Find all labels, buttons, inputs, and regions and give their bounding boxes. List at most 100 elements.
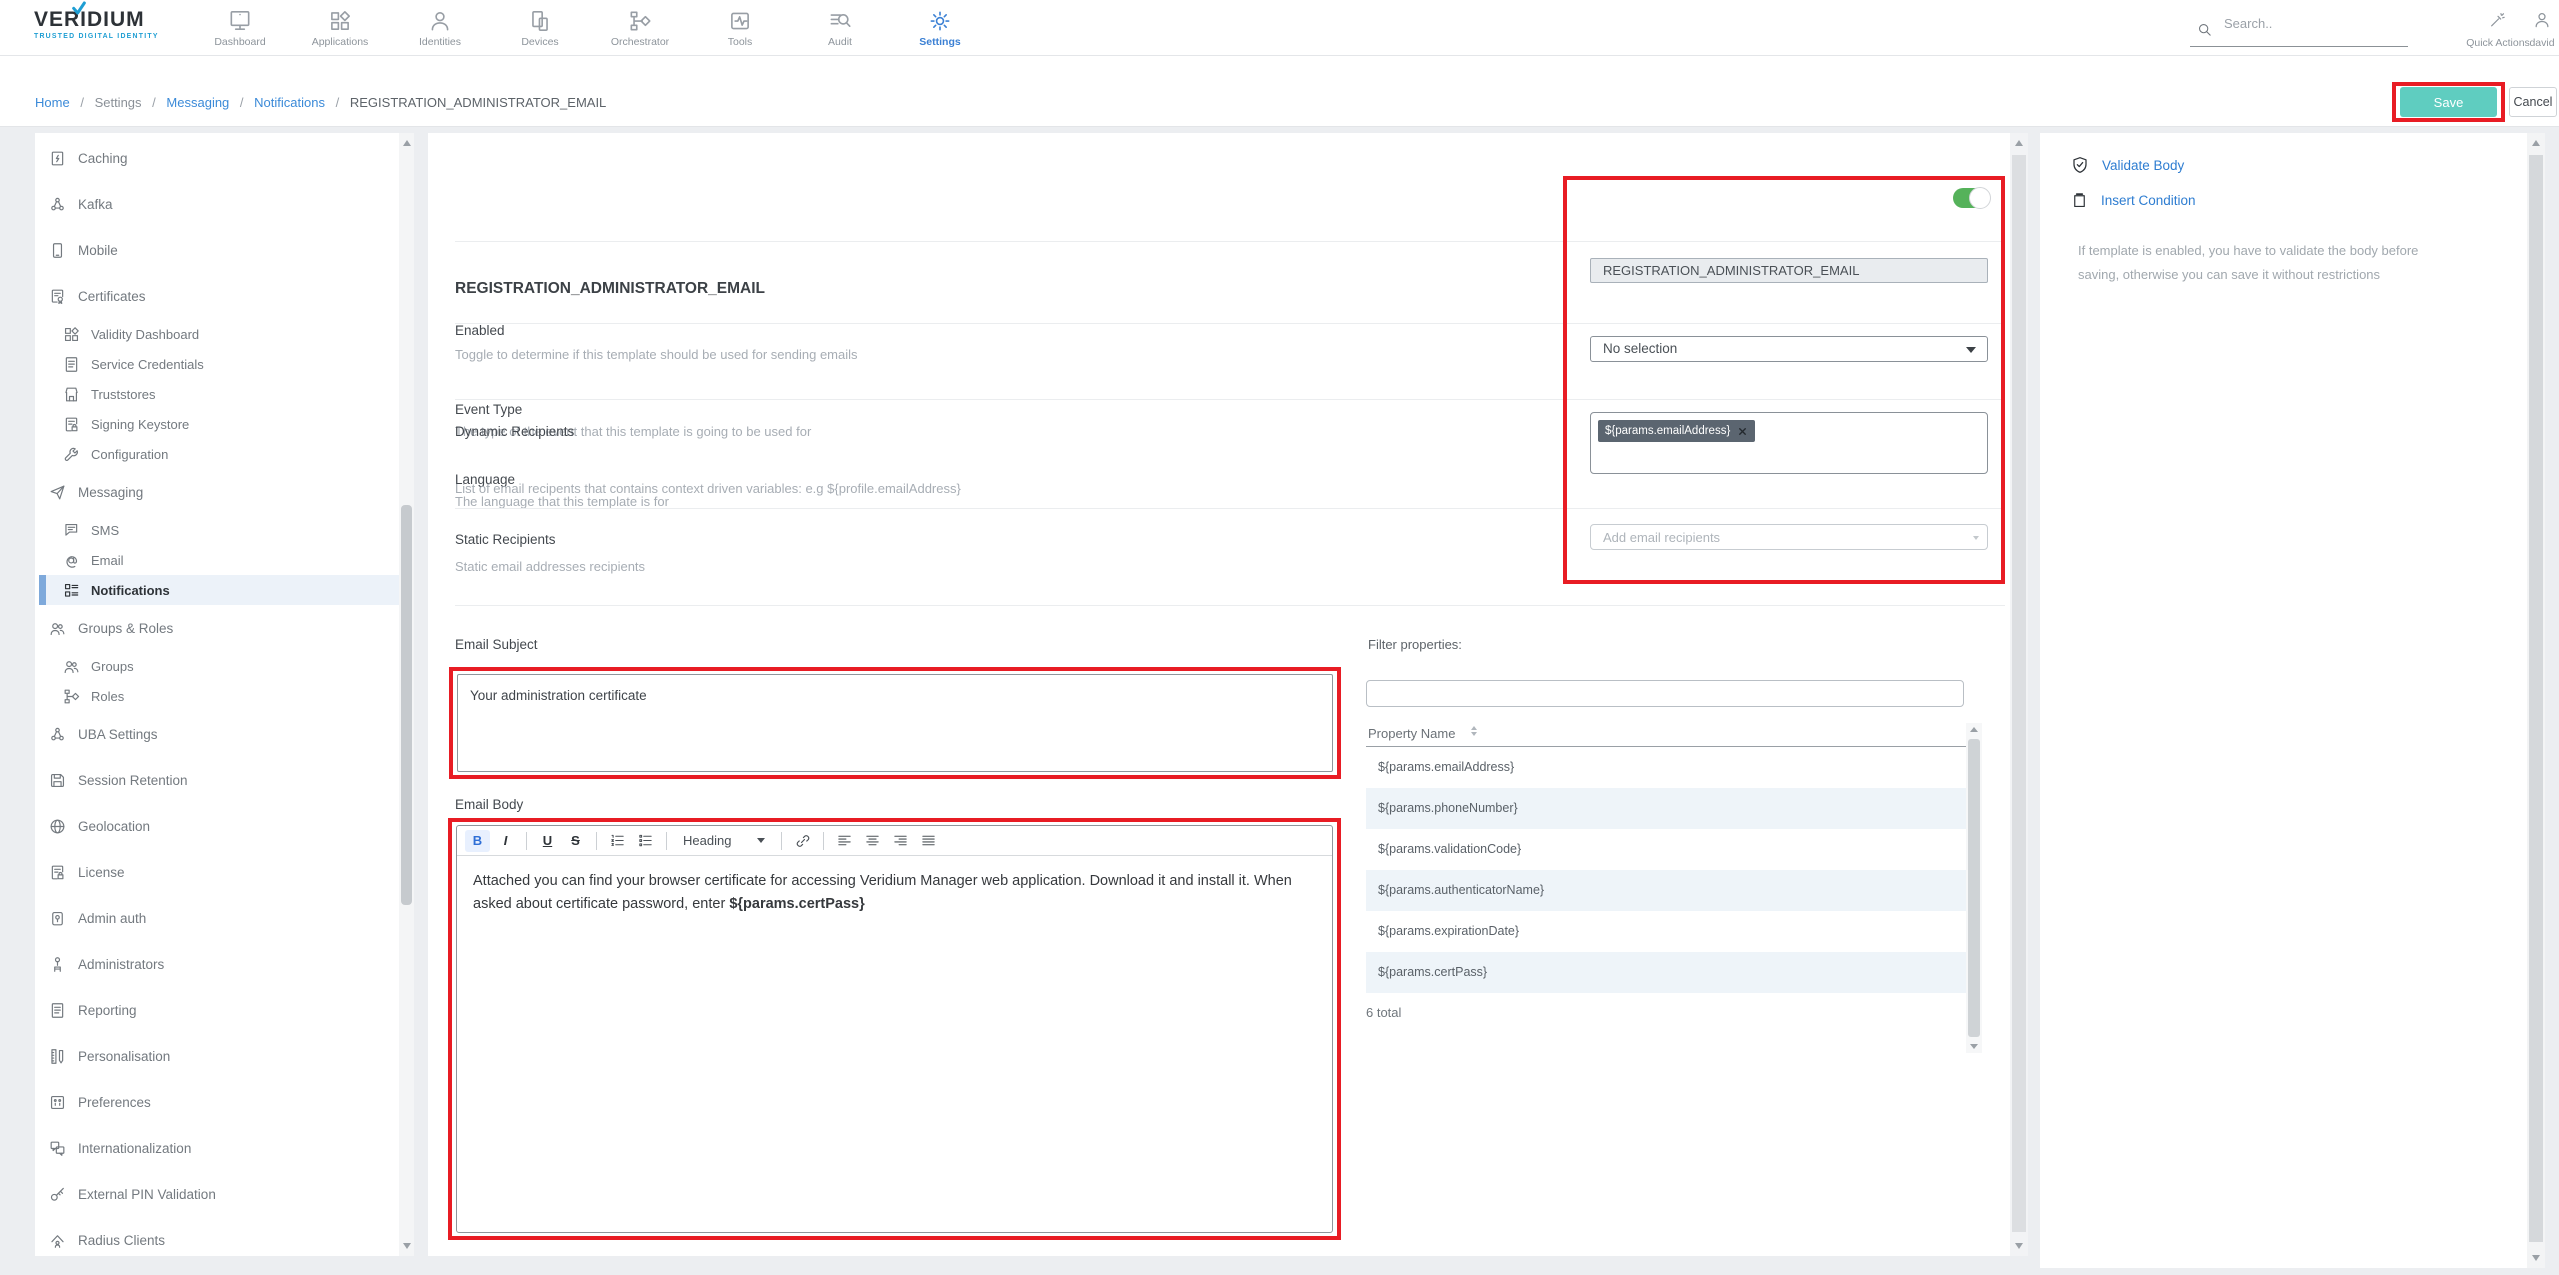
nav-item[interactable]: Devices bbox=[490, 0, 590, 56]
scroll-down-icon[interactable] bbox=[2015, 1243, 2023, 1249]
veridium-logo[interactable]: VERIDIUM TRUSTED DIGITAL IDENTITY bbox=[34, 9, 194, 40]
sort-icon[interactable] bbox=[1471, 726, 1477, 736]
sidebar-item[interactable]: Reporting bbox=[35, 987, 399, 1033]
align-center-button[interactable] bbox=[860, 830, 885, 852]
property-row[interactable]: ${params.expirationDate} bbox=[1366, 911, 1966, 952]
sidebar-item[interactable]: Email bbox=[35, 545, 399, 575]
scroll-down-icon[interactable] bbox=[403, 1243, 411, 1249]
sidebar-item[interactable]: Configuration bbox=[35, 439, 399, 469]
sidebar-item-label: Radius Clients bbox=[78, 1233, 165, 1248]
user-menu-button[interactable]: david bbox=[2518, 0, 2559, 56]
ordered-list-button[interactable] bbox=[605, 830, 630, 852]
email-subject-input[interactable]: Your administration certificate bbox=[457, 674, 1333, 772]
strikethrough-button[interactable]: S bbox=[563, 830, 588, 852]
sidebar-item[interactable]: Groups & Roles bbox=[35, 605, 399, 651]
underline-button[interactable]: U bbox=[535, 830, 560, 852]
sidebar-item[interactable]: Preferences bbox=[35, 1079, 399, 1125]
sidebar-item[interactable]: License bbox=[35, 849, 399, 895]
right-panel-scrollbar[interactable] bbox=[2527, 133, 2545, 1268]
unordered-list-button[interactable] bbox=[633, 830, 658, 852]
insert-condition-link[interactable]: Insert Condition bbox=[2070, 191, 2196, 210]
sidebar-item[interactable]: Personalisation bbox=[35, 1033, 399, 1079]
nav-item[interactable]: Settings bbox=[890, 0, 990, 56]
dynamic-recipients-input[interactable]: ${params.emailAddress} bbox=[1590, 412, 1988, 474]
nav-item[interactable]: Applications bbox=[290, 0, 390, 56]
sidebar-item[interactable]: SMS bbox=[35, 515, 399, 545]
sidebar-scrollbar[interactable] bbox=[399, 133, 414, 1256]
breadcrumb-messaging[interactable]: Messaging bbox=[166, 95, 229, 110]
bold-button[interactable]: B bbox=[465, 830, 490, 852]
remove-tag-icon[interactable] bbox=[1737, 426, 1748, 437]
language-select[interactable]: No selection bbox=[1590, 336, 1988, 362]
sidebar-item-label: Groups & Roles bbox=[78, 621, 173, 636]
save-button[interactable]: Save bbox=[2400, 87, 2497, 117]
sidebar-item[interactable]: Validity Dashboard bbox=[35, 319, 399, 349]
align-right-button[interactable] bbox=[888, 830, 913, 852]
right-panel-scrollbar-thumb[interactable] bbox=[2529, 155, 2543, 1242]
sidebar-item[interactable]: Mobile bbox=[35, 227, 399, 273]
property-row[interactable]: ${params.validationCode} bbox=[1366, 829, 1966, 870]
sidebar-item[interactable]: Kafka bbox=[35, 181, 399, 227]
sidebar-item[interactable]: UBA Settings bbox=[35, 711, 399, 757]
sidebar-item[interactable]: External PIN Validation bbox=[35, 1171, 399, 1217]
recipient-tag[interactable]: ${params.emailAddress} bbox=[1598, 420, 1755, 442]
scroll-up-icon[interactable] bbox=[2015, 140, 2023, 146]
sidebar-item[interactable]: Admin auth bbox=[35, 895, 399, 941]
sidebar-item-label: External PIN Validation bbox=[78, 1187, 216, 1202]
sidebar-item[interactable]: Geolocation bbox=[35, 803, 399, 849]
divider bbox=[455, 241, 2005, 242]
filter-properties-input[interactable] bbox=[1366, 680, 1964, 707]
enabled-toggle[interactable] bbox=[1953, 188, 1990, 208]
sidebar-item[interactable]: Messaging bbox=[35, 469, 399, 515]
event-type-input[interactable] bbox=[1590, 258, 1988, 283]
property-table-header[interactable]: Property Name bbox=[1366, 723, 1966, 747]
sidebar-item[interactable]: Signing Keystore bbox=[35, 409, 399, 439]
property-row[interactable]: ${params.phoneNumber} bbox=[1366, 788, 1966, 829]
property-row[interactable]: ${params.certPass} bbox=[1366, 952, 1966, 993]
dynamic-recipients-label: Dynamic Recipients bbox=[455, 424, 574, 439]
breadcrumb-notifications[interactable]: Notifications bbox=[254, 95, 325, 110]
scroll-up-icon[interactable] bbox=[403, 140, 411, 146]
property-row[interactable]: ${params.emailAddress} bbox=[1366, 747, 1966, 788]
sidebar-item[interactable]: Radius Clients bbox=[35, 1217, 399, 1263]
sidebar-item[interactable]: Certificates bbox=[35, 273, 399, 319]
property-row[interactable]: ${params.authenticatorName} bbox=[1366, 870, 1966, 911]
sidebar-item[interactable]: Caching bbox=[35, 135, 399, 181]
wrench-icon bbox=[62, 445, 81, 464]
sidebar-item[interactable]: Administrators bbox=[35, 941, 399, 987]
main-scrollbar-thumb[interactable] bbox=[2012, 155, 2026, 1232]
static-recipients-input[interactable] bbox=[1590, 524, 1988, 550]
email-body-input[interactable]: Attached you can find your browser certi… bbox=[457, 856, 1332, 1232]
heading-dropdown[interactable]: Heading bbox=[675, 830, 773, 852]
nav-item[interactable]: Identities bbox=[390, 0, 490, 56]
search-input[interactable] bbox=[2224, 16, 2400, 31]
sidebar-item[interactable]: Groups bbox=[35, 651, 399, 681]
sidebar-item[interactable]: Internationalization bbox=[35, 1125, 399, 1171]
property-table-scrollbar-thumb[interactable] bbox=[1968, 739, 1980, 1037]
validate-body-link[interactable]: Validate Body bbox=[2070, 155, 2184, 175]
property-table-scrollbar[interactable] bbox=[1966, 723, 1982, 1053]
scroll-up-icon[interactable] bbox=[1970, 727, 1978, 732]
nav-item[interactable]: Orchestrator bbox=[590, 0, 690, 56]
breadcrumb-home[interactable]: Home bbox=[35, 95, 70, 110]
sidebar-item[interactable]: Session Retention bbox=[35, 757, 399, 803]
italic-button[interactable]: I bbox=[493, 830, 518, 852]
scroll-down-icon[interactable] bbox=[2532, 1255, 2540, 1261]
sidebar-scrollbar-thumb[interactable] bbox=[401, 505, 412, 905]
main-scrollbar[interactable] bbox=[2010, 133, 2028, 1256]
align-justify-button[interactable] bbox=[916, 830, 941, 852]
align-left-button[interactable] bbox=[832, 830, 857, 852]
sidebar-item[interactable]: Notifications bbox=[39, 575, 399, 605]
property-name: ${params.expirationDate} bbox=[1378, 924, 1519, 938]
link-button[interactable] bbox=[790, 830, 815, 852]
breadcrumb-settings[interactable]: Settings bbox=[95, 95, 142, 110]
sidebar-item[interactable]: Truststores bbox=[35, 379, 399, 409]
nav-item[interactable]: Tools bbox=[690, 0, 790, 56]
nav-item[interactable]: Audit bbox=[790, 0, 890, 56]
scroll-up-icon[interactable] bbox=[2532, 140, 2540, 146]
sidebar-item[interactable]: Service Credentials bbox=[35, 349, 399, 379]
cancel-button[interactable]: Cancel bbox=[2509, 87, 2557, 117]
sidebar-item[interactable]: Roles bbox=[35, 681, 399, 711]
nav-item[interactable]: Dashboard bbox=[190, 0, 290, 56]
scroll-down-icon[interactable] bbox=[1970, 1044, 1978, 1049]
